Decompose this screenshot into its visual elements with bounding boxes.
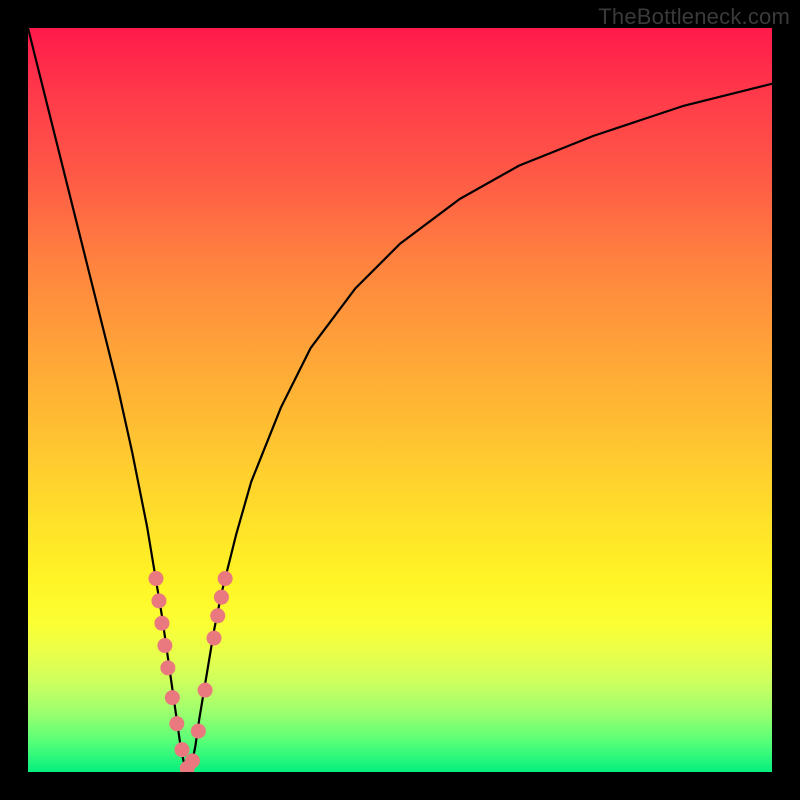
curve-marker [175, 742, 190, 757]
curve-markers [148, 571, 232, 772]
curve-marker [191, 724, 206, 739]
curve-layer [28, 28, 772, 772]
chart-frame: TheBottleneck.com [0, 0, 800, 800]
curve-marker [210, 608, 225, 623]
curve-marker [214, 590, 229, 605]
curve-marker [165, 690, 180, 705]
curve-marker [218, 571, 233, 586]
curve-marker [198, 683, 213, 698]
bottleneck-curve [28, 28, 772, 772]
curve-marker [160, 660, 175, 675]
curve-marker [207, 631, 222, 646]
curve-marker [157, 638, 172, 653]
watermark-text: TheBottleneck.com [598, 4, 790, 30]
curve-marker [148, 571, 163, 586]
curve-marker [151, 593, 166, 608]
plot-area [28, 28, 772, 772]
curve-marker [169, 716, 184, 731]
curve-marker [154, 616, 169, 631]
curve-marker [185, 753, 200, 768]
